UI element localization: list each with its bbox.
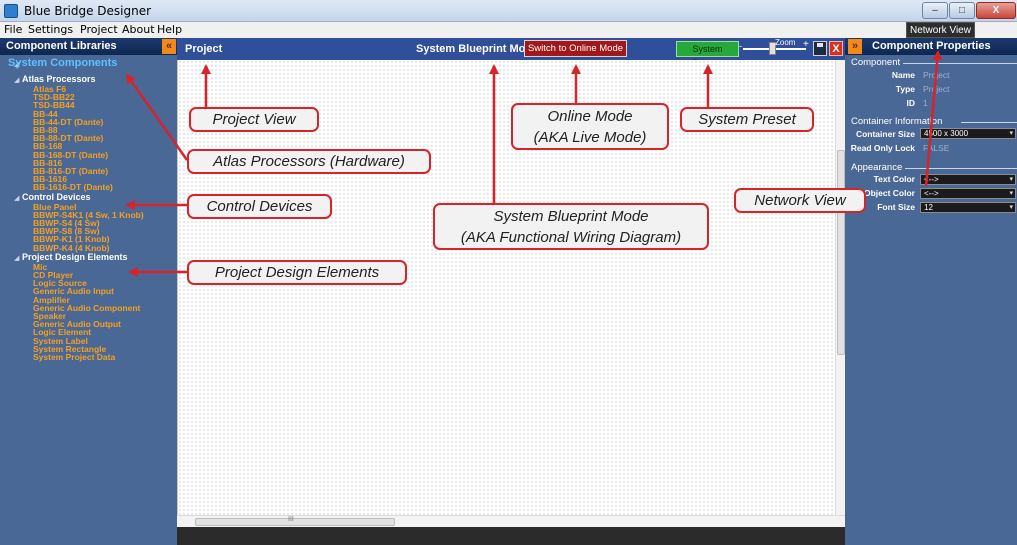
- component-properties-panel: » Component Properties Component Name Pr…: [845, 38, 1017, 545]
- tree-item[interactable]: System Project Data: [33, 352, 115, 362]
- status-bar: [177, 527, 845, 545]
- callout-control-devices: Control Devices: [187, 194, 332, 219]
- callout-network-view: Network View: [734, 188, 866, 213]
- tree-root-system-components[interactable]: System Components: [8, 57, 117, 69]
- tree-caret-icon[interactable]: ◢: [14, 254, 19, 262]
- component-libraries-header: Component Libraries «: [0, 38, 177, 55]
- vertical-scroll-thumb[interactable]: [837, 150, 845, 355]
- component-section-title: Component: [851, 57, 901, 68]
- tree-caret-icon[interactable]: ◢: [14, 194, 19, 202]
- component-properties-title: Component Properties: [872, 40, 991, 52]
- mode-label: System Blueprint Mode: [416, 43, 539, 55]
- minimize-button[interactable]: –: [922, 2, 948, 19]
- app-icon: [4, 4, 18, 18]
- container-section-title: Container Information: [851, 116, 943, 127]
- save-icon[interactable]: [813, 41, 827, 56]
- id-label: ID: [906, 98, 916, 108]
- zoom-out-icon[interactable]: -: [739, 41, 742, 51]
- callout-system-preset: System Preset: [680, 107, 814, 132]
- canvas-toolbar: Project System Blueprint Mode Switch to …: [177, 38, 845, 68]
- section-divider: [903, 63, 1017, 64]
- id-value: 1: [923, 98, 928, 108]
- component-libraries-title: Component Libraries: [6, 40, 117, 52]
- maximize-button[interactable]: □: [949, 2, 975, 19]
- menu-help[interactable]: Help: [157, 23, 182, 36]
- network-view-tooltip: Network View: [906, 22, 975, 38]
- close-window-button[interactable]: X: [976, 2, 1016, 19]
- title-bar: Blue Bridge Designer – □ X: [0, 0, 1017, 22]
- read-only-lock-value[interactable]: FALSE: [923, 143, 949, 153]
- system-presets-button[interactable]: System Presets: [676, 41, 739, 68]
- close-project-icon[interactable]: X: [829, 41, 843, 56]
- scroll-grip: III: [288, 516, 294, 523]
- appearance-section-title: Appearance: [851, 162, 903, 173]
- window-title: Blue Bridge Designer: [24, 4, 152, 18]
- tree-category[interactable]: Control Devices: [22, 192, 91, 202]
- project-view-label[interactable]: Project: [185, 43, 222, 55]
- component-libraries-panel: Component Libraries « ◢ System Component…: [0, 38, 177, 545]
- component-properties-header: » Component Properties: [845, 38, 1017, 55]
- horizontal-scrollbar[interactable]: III: [177, 515, 845, 527]
- switch-online-mode-button[interactable]: Switch to Online Mode: [524, 40, 627, 57]
- container-size-label: Container Size: [855, 129, 915, 139]
- callout-blueprint-line1: System Blueprint Mode: [493, 208, 649, 225]
- callout-blueprint-line2: (AKA Functional Wiring Diagram): [460, 229, 682, 246]
- zoom-label: Zoom: [775, 38, 796, 47]
- object-color-select[interactable]: <-->: [920, 188, 1016, 199]
- vertical-scrollbar[interactable]: [835, 60, 845, 515]
- callout-project-design-elements: Project Design Elements: [187, 260, 407, 285]
- tree-category[interactable]: Atlas Processors: [22, 74, 96, 84]
- callout-system-blueprint-mode: System Blueprint Mode (AKA Functional Wi…: [433, 203, 709, 250]
- menu-about[interactable]: About: [122, 23, 155, 36]
- callout-online-line1: Online Mode: [547, 108, 633, 125]
- callout-project-view: Project View: [189, 107, 319, 132]
- callout-online-mode: Online Mode (AKA Live Mode): [511, 103, 669, 150]
- callout-atlas-processors: Atlas Processors (Hardware): [187, 149, 431, 174]
- menu-bar: File Settings Project About Help: [0, 22, 1017, 38]
- horizontal-scroll-thumb[interactable]: III: [195, 516, 395, 526]
- section-divider: [961, 122, 1017, 123]
- name-value: Project: [923, 70, 950, 80]
- tree-caret-icon[interactable]: ◢: [14, 76, 19, 84]
- callout-online-line2: (AKA Live Mode): [533, 129, 647, 146]
- name-label: Name: [891, 70, 915, 80]
- section-divider: [905, 168, 1017, 169]
- expand-right-panel-button[interactable]: »: [848, 39, 862, 54]
- menu-file[interactable]: File: [4, 23, 22, 36]
- font-size-select[interactable]: 12: [920, 202, 1016, 213]
- tree-category[interactable]: Project Design Elements: [22, 252, 128, 262]
- menu-project[interactable]: Project: [80, 23, 118, 36]
- container-size-select[interactable]: 4500 x 3000: [920, 128, 1016, 139]
- read-only-lock-label: Read Only Lock: [850, 143, 915, 153]
- zoom-in-icon[interactable]: +: [803, 39, 809, 50]
- type-value: Project: [923, 84, 950, 94]
- text-color-label: Text Color: [873, 174, 915, 184]
- menu-settings[interactable]: Settings: [28, 23, 73, 36]
- collapse-left-panel-button[interactable]: «: [162, 39, 176, 54]
- text-color-select[interactable]: <-->: [920, 174, 1016, 185]
- type-label: Type: [895, 84, 915, 94]
